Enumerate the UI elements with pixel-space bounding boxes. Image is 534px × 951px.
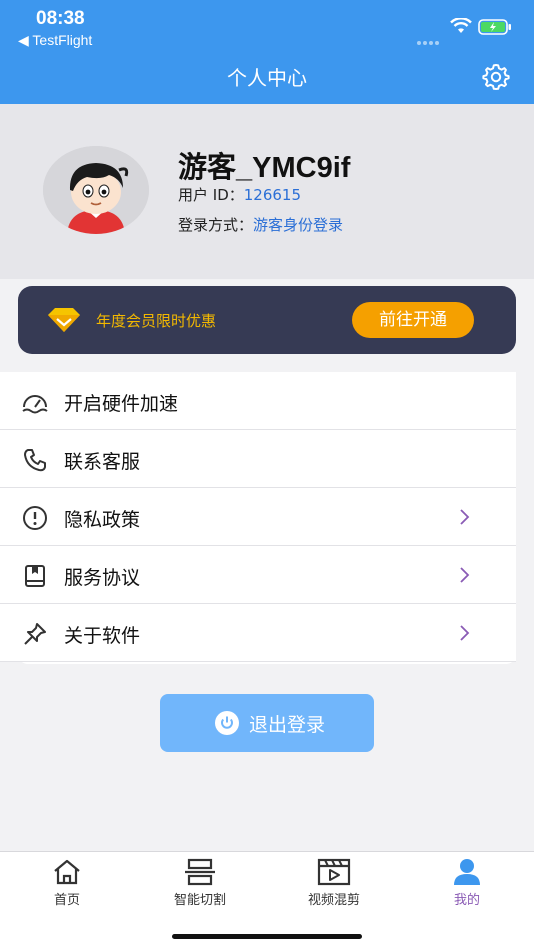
vip-banner: 年度会员限时优惠 前往开通 bbox=[18, 286, 516, 354]
nav-bar: 个人中心 bbox=[0, 50, 534, 104]
alert-circle-icon bbox=[23, 506, 47, 530]
signal-icon bbox=[417, 30, 447, 45]
wifi-icon bbox=[450, 18, 472, 33]
tab-label: 首页 bbox=[53, 893, 80, 908]
home-indicator bbox=[172, 934, 362, 939]
menu-item-label: 关于软件 bbox=[64, 625, 141, 647]
status-time: 08:38 bbox=[36, 8, 85, 29]
open-vip-button[interactable]: 前往开通 bbox=[352, 302, 474, 338]
menu-item-service-agreement[interactable]: 服务协议 bbox=[0, 546, 516, 604]
user-id-label: 用户 ID： bbox=[178, 186, 244, 204]
vip-promo-text: 年度会员限时优惠 bbox=[96, 312, 217, 330]
battery-icon bbox=[478, 19, 511, 35]
tab-label: 智能切割 bbox=[173, 893, 226, 908]
menu-item-label: 联系客服 bbox=[64, 451, 141, 473]
login-method-row: 登录方式：游客身份登录 bbox=[178, 214, 343, 235]
logout-label: 退出登录 bbox=[249, 714, 326, 736]
menu-item-privacy-policy[interactable]: 隐私政策 bbox=[0, 488, 516, 546]
clapperboard-icon bbox=[317, 858, 351, 886]
back-to-testflight-link[interactable]: ◀ TestFlight bbox=[18, 32, 92, 49]
diamond-icon bbox=[48, 308, 80, 332]
page-title: 个人中心 bbox=[227, 66, 307, 90]
menu-item-about[interactable]: 关于软件 bbox=[0, 604, 516, 662]
tab-video-remix[interactable]: 视频混剪 bbox=[267, 852, 401, 912]
avatar[interactable] bbox=[43, 146, 149, 234]
status-bar: 08:38 ◀ TestFlight bbox=[0, 0, 534, 50]
tab-label: 视频混剪 bbox=[307, 893, 360, 908]
menu-item-label: 开启硬件加速 bbox=[64, 393, 179, 415]
tab-home[interactable]: 首页 bbox=[0, 852, 134, 912]
pin-icon bbox=[24, 623, 46, 645]
speedometer-icon bbox=[22, 395, 48, 414]
chevron-right-icon bbox=[460, 625, 470, 641]
person-icon bbox=[454, 859, 480, 885]
split-icon bbox=[185, 858, 215, 886]
menu-item-label: 隐私政策 bbox=[64, 509, 141, 531]
divider bbox=[0, 661, 516, 662]
user-id-value: 126615 bbox=[243, 186, 302, 204]
profile-section: 游客_YMC9if 用户 ID：126615 登录方式：游客身份登录 bbox=[0, 104, 534, 279]
home-icon bbox=[54, 859, 80, 885]
login-method-value: 游客身份登录 bbox=[253, 216, 344, 234]
user-id-row: 用户 ID：126615 bbox=[178, 184, 301, 205]
book-icon bbox=[25, 565, 45, 587]
tab-mine[interactable]: 我的 bbox=[400, 852, 534, 912]
tab-smart-cut[interactable]: 智能切割 bbox=[133, 852, 267, 912]
gear-icon[interactable] bbox=[482, 63, 510, 91]
menu-item-contact-support[interactable]: 联系客服 bbox=[0, 430, 516, 488]
phone-icon bbox=[24, 449, 46, 472]
logout-button[interactable]: 退出登录 bbox=[160, 694, 374, 752]
chevron-right-icon bbox=[460, 567, 470, 583]
power-icon bbox=[215, 711, 239, 735]
menu-item-label: 服务协议 bbox=[64, 567, 141, 589]
menu-item-hardware-acceleration[interactable]: 开启硬件加速 bbox=[0, 372, 516, 430]
tab-label: 我的 bbox=[453, 893, 480, 908]
login-method-label: 登录方式： bbox=[178, 216, 254, 234]
user-name: 游客_YMC9if bbox=[178, 152, 351, 184]
chevron-right-icon bbox=[460, 509, 470, 525]
